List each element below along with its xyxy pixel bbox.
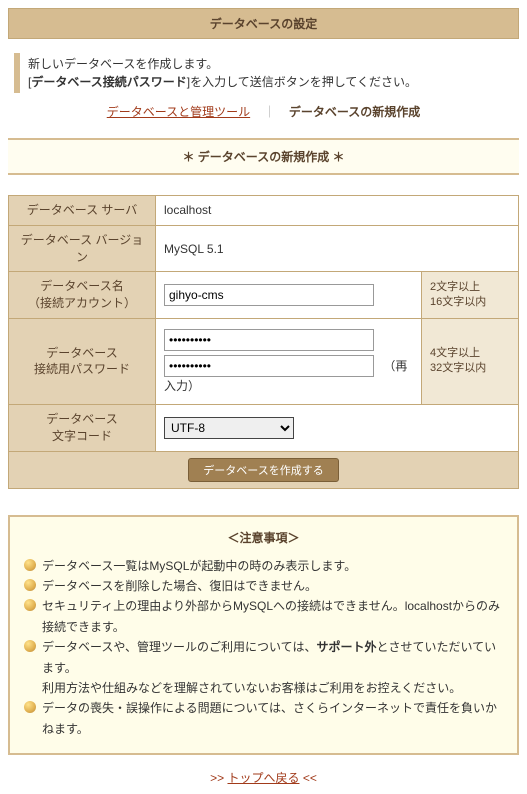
tab-row: データベースと管理ツール ｜ データベースの新規作成 xyxy=(8,103,519,120)
notice-item: データベースを削除した場合、復旧はできません。 xyxy=(24,576,503,596)
notice-item: データの喪失・誤操作による問題については、さくらインターネットで責任を負いかねま… xyxy=(24,698,503,739)
label-version: データベース バージョン xyxy=(9,225,156,272)
password-input[interactable] xyxy=(164,329,374,351)
label-dbname: データベース名 （接続アカウント） xyxy=(9,272,156,319)
notice-title: ＜注意事項＞ xyxy=(24,529,503,546)
value-version: MySQL 5.1 xyxy=(156,225,519,272)
chevron-left-icon: << xyxy=(303,771,317,785)
cell-dbname xyxy=(156,272,422,319)
notice-item: データベースや、管理ツールのご利用については、サポート外とさせていただいています… xyxy=(24,637,503,678)
intro-line2: [データベース接続パスワード]を入力して送信ボタンを押してください。 xyxy=(28,73,513,91)
hint-password: 4文字以上 32文字以内 xyxy=(422,318,519,404)
create-db-button[interactable]: データベースを作成する xyxy=(188,458,338,482)
notice-item: データベース一覧はMySQLが起動中の時のみ表示します。 xyxy=(24,556,503,576)
notice-item-indent: 利用方法や仕組みなどを理解されていないお客様はご利用をお控えください。 xyxy=(24,678,503,698)
section-title: ＊ データベースの新規作成 ＊ xyxy=(8,138,519,175)
cell-password: （再入力） xyxy=(156,318,422,404)
intro-box: 新しいデータベースを作成します。 [データベース接続パスワード]を入力して送信ボ… xyxy=(14,53,513,93)
notice-item: セキュリティ上の理由より外部からMySQLへの接続はできません。localhos… xyxy=(24,596,503,637)
chevron-right-icon: >> xyxy=(210,771,224,785)
page-title: データベースの設定 xyxy=(210,17,317,31)
dbname-input[interactable] xyxy=(164,284,374,306)
label-password: データベース 接続用パスワード xyxy=(9,318,156,404)
label-charset: データベース 文字コード xyxy=(9,404,156,451)
notice-list: データベース一覧はMySQLが起動中の時のみ表示します。 データベースを削除した… xyxy=(24,556,503,740)
label-server: データベース サーバ xyxy=(9,196,156,226)
intro-line1: 新しいデータベースを作成します。 xyxy=(28,55,513,73)
db-form-table: データベース サーバ localhost データベース バージョン MySQL … xyxy=(8,195,519,452)
tab-separator: ｜ xyxy=(263,105,275,119)
value-server: localhost xyxy=(156,196,519,226)
notice-box: ＜注意事項＞ データベース一覧はMySQLが起動中の時のみ表示します。 データベ… xyxy=(8,515,519,756)
back-link-row: >> トップへ戻る << xyxy=(8,769,519,786)
hint-dbname: 2文字以上 16文字以内 xyxy=(422,272,519,319)
submit-row: データベースを作成する xyxy=(8,452,519,489)
page-header: データベースの設定 xyxy=(8,8,519,39)
back-to-top-link[interactable]: トップへ戻る xyxy=(227,771,299,785)
cell-charset: UTF-8 xyxy=(156,404,519,451)
tab-db-create: データベースの新規作成 xyxy=(289,105,420,119)
charset-select[interactable]: UTF-8 xyxy=(164,417,294,439)
password-confirm-input[interactable] xyxy=(164,355,374,377)
tab-db-list[interactable]: データベースと管理ツール xyxy=(107,105,250,119)
